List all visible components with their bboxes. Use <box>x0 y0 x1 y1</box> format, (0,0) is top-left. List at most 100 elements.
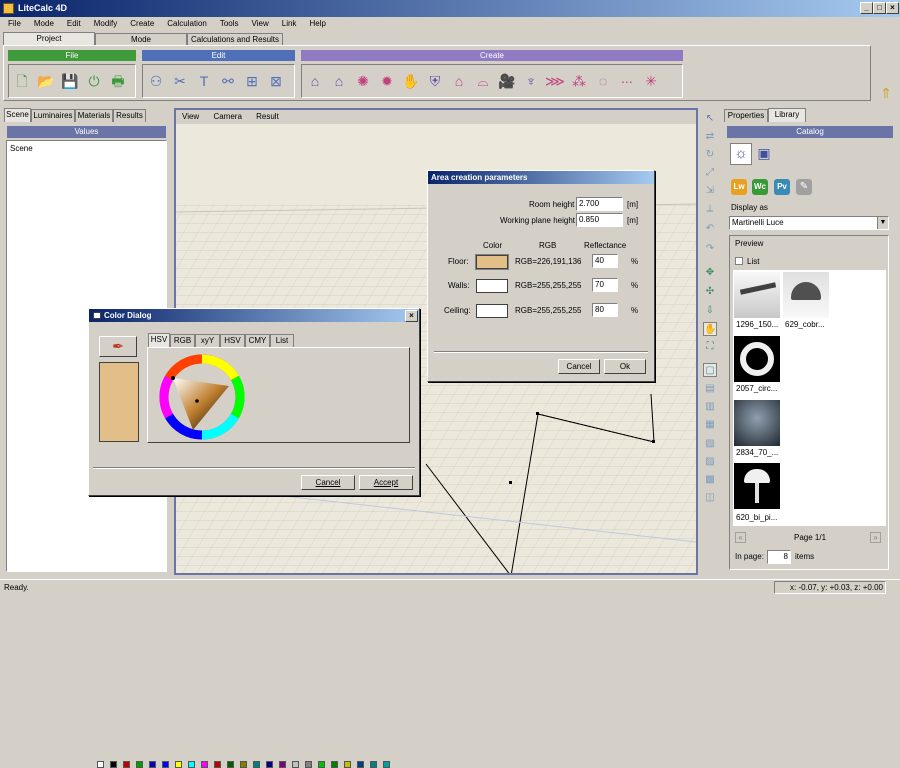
next-page-icon[interactable]: » <box>870 532 881 543</box>
view-back-icon[interactable]: ▤ <box>703 382 717 396</box>
menu-calculation[interactable]: Calculation <box>159 17 212 31</box>
menu-modify[interactable]: Modify <box>86 17 123 31</box>
ceiling-color-swatch[interactable] <box>476 304 508 318</box>
palette-swatch[interactable] <box>123 761 130 768</box>
palette-swatch[interactable] <box>383 761 390 768</box>
palette-swatch[interactable] <box>214 761 221 768</box>
tab-materials[interactable]: Materials <box>75 109 113 122</box>
tab-list[interactable]: List <box>270 334 294 347</box>
tree-item-scene[interactable]: Scene <box>10 144 33 153</box>
palette-swatch[interactable] <box>370 761 377 768</box>
furniture-catalog-icon[interactable]: ▣ <box>755 145 773 163</box>
thumb-629[interactable] <box>783 272 829 318</box>
zoom-icon[interactable]: ⇩ <box>703 304 717 318</box>
palette-swatch[interactable] <box>305 761 312 768</box>
user-catalog-icon[interactable]: ✎ <box>796 179 812 195</box>
ceiling-reflectance-input[interactable]: 80 <box>592 303 618 317</box>
palette-swatch[interactable] <box>266 761 273 768</box>
expand-ribbon-icon[interactable]: ⇑ <box>877 84 895 102</box>
minimize-button[interactable]: _ <box>860 2 873 14</box>
menu-view[interactable]: View <box>244 17 274 31</box>
fit-view-icon[interactable]: ⛶ <box>703 340 717 354</box>
stretch-icon[interactable]: ⇲ <box>703 184 717 198</box>
working-plane-input[interactable]: 0.850 <box>576 213 623 227</box>
wc-catalog-icon[interactable]: Wc <box>752 179 768 195</box>
close-button[interactable]: × <box>886 2 899 14</box>
palette-swatch[interactable] <box>136 761 143 768</box>
palette-swatch[interactable] <box>331 761 338 768</box>
menu-link[interactable]: Link <box>274 17 302 31</box>
pointer-icon[interactable]: ↖ <box>703 112 717 126</box>
tab-cmy[interactable]: CMY <box>245 334 270 347</box>
save-icon[interactable]: 💾 <box>61 72 79 90</box>
light-star-icon[interactable]: ✳ <box>642 72 660 90</box>
in-page-input[interactable]: 8 <box>767 550 791 564</box>
tab-results[interactable]: Results <box>113 109 146 122</box>
house-icon[interactable]: ⌂ <box>330 72 348 90</box>
room-lamp-icon[interactable]: ✹ <box>378 72 396 90</box>
prev-page-icon[interactable]: « <box>735 532 746 543</box>
undo-view-icon[interactable]: ↶ <box>703 222 717 236</box>
thumbnail-list[interactable]: 1296_150... 629_cobr... 2057_circ... 283… <box>733 270 886 526</box>
color-dialog-close-button[interactable]: × <box>405 310 418 322</box>
hand-tool-icon[interactable]: ✋ <box>703 322 717 336</box>
display-as-select[interactable]: Martinelli Luce ▼ <box>729 216 889 230</box>
hierarchy-icon[interactable]: ⊞ <box>243 72 261 90</box>
view-front-icon[interactable]: ▢ <box>703 363 717 377</box>
move-icon[interactable]: ⇄ <box>703 130 717 144</box>
scale-icon[interactable]: ⤢ <box>703 166 717 180</box>
pan-icon[interactable]: ✣ <box>703 285 717 299</box>
view-top-icon[interactable]: ▧ <box>703 437 717 451</box>
viewport-menu-result[interactable]: Result <box>256 112 279 121</box>
shield-icon[interactable]: ⛨ <box>426 72 444 90</box>
tab-luminaires[interactable]: Luminaires <box>31 109 75 122</box>
maximize-button[interactable]: □ <box>873 2 886 14</box>
align-icon[interactable]: ⟂ <box>703 202 717 216</box>
menu-help[interactable]: Help <box>301 17 330 31</box>
camera-icon[interactable]: 🎥 <box>498 72 516 90</box>
thumb-2057[interactable] <box>734 336 780 382</box>
tab-project[interactable]: Project <box>3 32 95 46</box>
lw-catalog-icon[interactable]: Lw <box>731 179 747 195</box>
tab-hsv-2[interactable]: HSV <box>220 334 245 347</box>
table-icon[interactable]: ⌓ <box>474 72 492 90</box>
view-persp-icon[interactable]: ◫ <box>703 491 717 505</box>
thumb-620[interactable] <box>734 463 780 509</box>
light-circle-icon[interactable]: ◌ <box>594 72 612 90</box>
tab-scene[interactable]: Scene <box>4 108 31 122</box>
text-icon[interactable]: T <box>195 72 213 90</box>
palette-swatch[interactable] <box>344 761 351 768</box>
area-cancel-button[interactable]: Cancel <box>558 359 600 374</box>
light-field-icon[interactable]: ⁂ <box>570 72 588 90</box>
walls-color-swatch[interactable] <box>476 279 508 293</box>
luminaire-catalog-icon[interactable]: ☼ <box>730 143 752 165</box>
delete-objects-icon[interactable]: ✂ <box>171 72 189 90</box>
room-light-icon[interactable]: ✺ <box>354 72 372 90</box>
color-accept-button[interactable]: Accept <box>359 475 413 490</box>
palette-swatch[interactable] <box>149 761 156 768</box>
palette-swatch[interactable] <box>318 761 325 768</box>
room-icon[interactable]: ⌂ <box>306 72 324 90</box>
view-left-icon[interactable]: ▥ <box>703 400 717 414</box>
open-folder-icon[interactable]: 📂 <box>37 72 55 90</box>
menu-edit[interactable]: Edit <box>59 17 86 31</box>
menu-mode[interactable]: Mode <box>26 17 59 31</box>
light-row-icon[interactable]: ⋙ <box>545 72 565 90</box>
palette-swatch[interactable] <box>162 761 169 768</box>
viewport-menu-view[interactable]: View <box>182 112 199 121</box>
color-cancel-button[interactable]: Cancel <box>301 475 355 490</box>
palette-swatch[interactable] <box>240 761 247 768</box>
list-checkbox[interactable] <box>735 257 743 265</box>
walls-reflectance-input[interactable]: 70 <box>592 278 618 292</box>
print-icon[interactable]: 🖶 <box>109 72 127 90</box>
thumb-2834[interactable] <box>734 400 780 446</box>
tab-properties[interactable]: Properties <box>724 109 768 122</box>
view-bottom-icon[interactable]: ▨ <box>703 455 717 469</box>
luminaire-icon[interactable]: ♆ <box>522 72 540 90</box>
floor-color-swatch[interactable] <box>475 254 509 270</box>
palette-swatch[interactable] <box>279 761 286 768</box>
tab-library[interactable]: Library <box>768 108 806 122</box>
eyedropper-icon[interactable]: ✒ <box>99 336 137 357</box>
palette-swatch[interactable] <box>175 761 182 768</box>
menu-tools[interactable]: Tools <box>212 17 244 31</box>
